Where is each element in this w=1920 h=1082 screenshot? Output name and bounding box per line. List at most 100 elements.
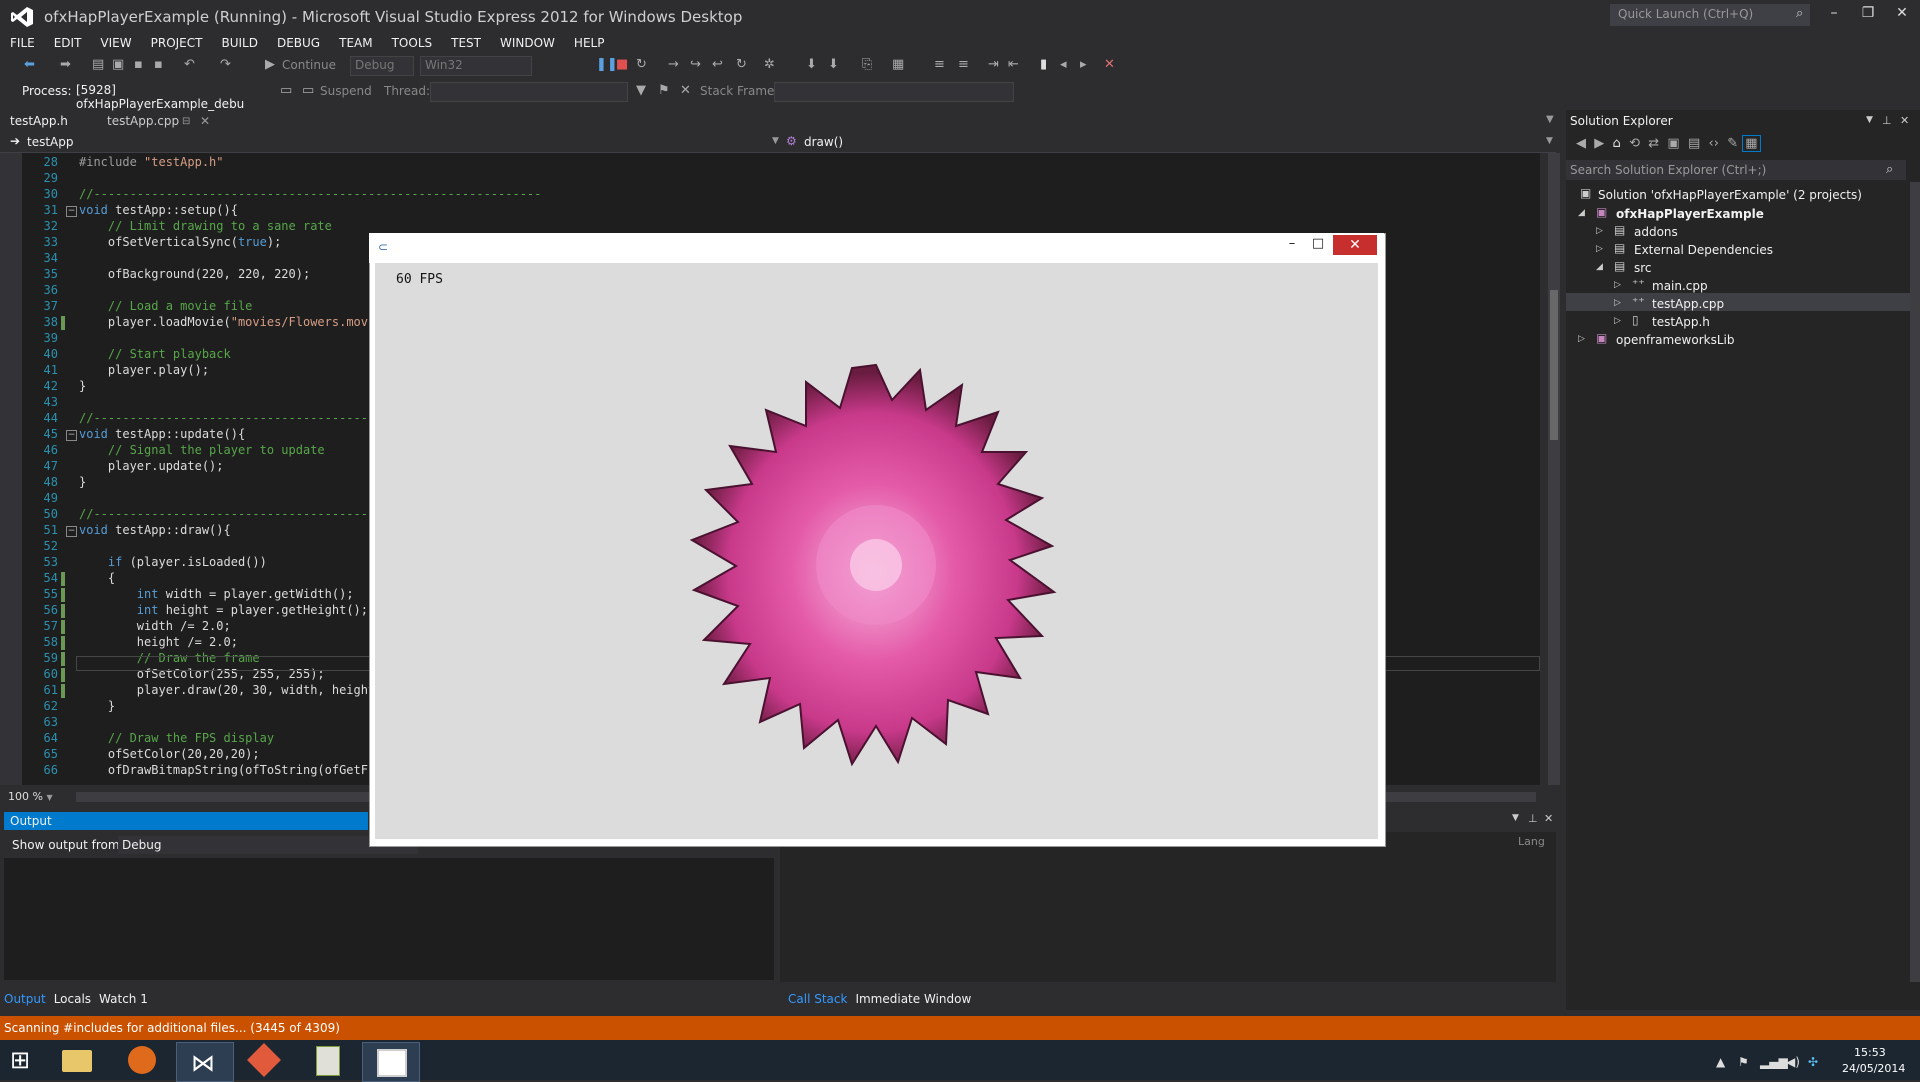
output-close-icon[interactable]: ✕: [1544, 812, 1553, 825]
se-back-icon[interactable]: ◀: [1576, 136, 1586, 151]
layout-icon[interactable]: ▦: [892, 57, 904, 72]
collapse-all-icon[interactable]: ▣: [1667, 136, 1679, 151]
tree-project[interactable]: ofxHapPlayerExample: [1616, 207, 1764, 221]
clock-date[interactable]: 24/05/2014: [1842, 1062, 1905, 1075]
lifecycle-icon[interactable]: ▭: [280, 83, 292, 98]
expand-arrow-icon[interactable]: ▷: [1578, 334, 1585, 344]
app-maximize-icon[interactable]: □: [1306, 236, 1330, 254]
code-line[interactable]: {: [79, 571, 115, 585]
code-line[interactable]: void testApp::draw(){: [79, 523, 231, 537]
taskbar-visual-studio[interactable]: ⋈: [176, 1042, 234, 1082]
step-into-icon[interactable]: →: [668, 57, 679, 72]
platform-select[interactable]: Win32: [420, 56, 532, 76]
menu-window[interactable]: WINDOW: [500, 36, 555, 50]
config-select[interactable]: Debug: [350, 56, 414, 76]
taskbar-monitor[interactable]: [300, 1042, 356, 1080]
se-search-icon[interactable]: ⌕: [1886, 162, 1893, 177]
app-close-icon[interactable]: ✕: [1333, 235, 1377, 255]
code-line[interactable]: height /= 2.0;: [79, 635, 238, 649]
preview-icon[interactable]: ▦: [1742, 135, 1761, 152]
tree-main-cpp[interactable]: main.cpp: [1652, 279, 1708, 293]
se-pin-icon[interactable]: ⊥: [1882, 114, 1892, 127]
code-line[interactable]: //--------------------------------------…: [79, 187, 541, 201]
menu-test[interactable]: TEST: [451, 36, 481, 50]
suspend-button[interactable]: Suspend: [320, 84, 372, 98]
close-icon[interactable]: ✕: [1890, 5, 1914, 25]
indent-icon[interactable]: ⇥: [988, 57, 999, 72]
se-search-input[interactable]: Search Solution Explorer (Ctrl+;): [1566, 160, 1906, 180]
quick-launch-input[interactable]: Quick Launch (Ctrl+Q) ⌕: [1610, 4, 1810, 26]
new-project-icon[interactable]: ▤: [92, 57, 104, 72]
network-icon[interactable]: ▂▄▆: [1760, 1055, 1788, 1069]
suspend-icon[interactable]: ▭: [302, 83, 314, 98]
save-all-icon[interactable]: ▪: [154, 57, 163, 72]
tab-immediate-window[interactable]: Immediate Window: [855, 992, 971, 1006]
step-out-icon[interactable]: ↩: [712, 57, 723, 72]
code-line[interactable]: player.update();: [79, 459, 224, 473]
tab-watch-1[interactable]: Watch 1: [99, 992, 148, 1006]
code-line[interactable]: ofBackground(220, 220, 220);: [79, 267, 310, 281]
app-minimize-icon[interactable]: –: [1280, 236, 1304, 254]
tree-external-dependencies[interactable]: External Dependencies: [1634, 243, 1773, 257]
minimize-icon[interactable]: –: [1822, 5, 1846, 25]
view-code-icon[interactable]: ‹›: [1709, 136, 1719, 151]
open-icon[interactable]: ▣: [112, 57, 124, 72]
member-select[interactable]: draw(): [804, 135, 843, 149]
sync-icon[interactable]: ⟲: [1629, 136, 1640, 151]
taskbar-app-window[interactable]: [362, 1042, 420, 1082]
menu-build[interactable]: BUILD: [221, 36, 257, 50]
thread-select[interactable]: [430, 82, 628, 102]
build-icon[interactable]: ⬇: [806, 57, 817, 72]
app-title-bar[interactable]: [369, 233, 1384, 263]
restore-icon[interactable]: ❐: [1856, 5, 1880, 25]
tree-src[interactable]: src: [1634, 261, 1652, 275]
tree-addons[interactable]: addons: [1634, 225, 1678, 239]
continue-button[interactable]: Continue: [282, 58, 336, 72]
clock-time[interactable]: 15:53: [1854, 1046, 1886, 1059]
code-line[interactable]: }: [79, 379, 86, 393]
se-close-icon[interactable]: ✕: [1900, 114, 1909, 127]
breakpoint-icon[interactable]: ✲: [764, 57, 775, 72]
clear-bookmarks-icon[interactable]: ✕: [1104, 57, 1115, 72]
collapse-icon[interactable]: −: [66, 430, 77, 441]
uncomment-icon[interactable]: ≡: [958, 57, 969, 72]
back-icon[interactable]: ⬅: [24, 57, 35, 72]
tree-solution[interactable]: Solution 'ofxHapPlayerExample' (2 projec…: [1598, 188, 1862, 202]
deploy-icon[interactable]: ⬇: [828, 57, 839, 72]
expand-arrow-icon[interactable]: ◢: [1578, 208, 1585, 218]
code-line[interactable]: ofSetColor(20,20,20);: [79, 747, 260, 761]
se-chevron-down-icon[interactable]: ▼: [1866, 115, 1873, 125]
search-icon[interactable]: ⌕: [1796, 6, 1803, 21]
zoom-chevron-down-icon[interactable]: ▼: [46, 793, 52, 802]
code-line[interactable]: }: [79, 699, 115, 713]
update-icon[interactable]: ✣: [1808, 1055, 1818, 1069]
collapse-icon[interactable]: −: [66, 206, 77, 217]
close-tab-icon[interactable]: ✕: [200, 114, 210, 128]
output-text-area[interactable]: [4, 858, 774, 980]
code-line[interactable]: player.play();: [79, 363, 209, 377]
filter-icon[interactable]: ▼: [636, 83, 646, 98]
prev-bookmark-icon[interactable]: ◂: [1060, 57, 1067, 72]
code-line[interactable]: int width = player.getWidth();: [79, 587, 354, 601]
comment-icon[interactable]: ≡: [934, 57, 945, 72]
restart-icon[interactable]: ↻: [636, 57, 647, 72]
call-stack-panel[interactable]: [780, 832, 1556, 982]
refresh-icon[interactable]: ⇄: [1648, 136, 1659, 151]
code-line[interactable]: //--------------------------------------…: [79, 411, 404, 425]
undo-icon[interactable]: ↶: [184, 57, 195, 72]
stack-frame-icon[interactable]: ✕: [680, 83, 691, 98]
tray-chevron-up-icon[interactable]: ▲: [1716, 1055, 1725, 1069]
tab-testapp-cpp[interactable]: testApp.cpp: [107, 114, 179, 128]
code-line[interactable]: ofDrawBitmapString(ofToString(ofGetFr: [79, 763, 375, 777]
step-over-icon[interactable]: ↪: [690, 57, 701, 72]
tree-testapp-cpp[interactable]: testApp.cpp: [1652, 297, 1724, 311]
code-line[interactable]: //--------------------------------------…: [79, 507, 404, 521]
tab-list-chevron-down-icon[interactable]: ▼: [1546, 114, 1554, 125]
tab-call-stack[interactable]: Call Stack: [788, 992, 847, 1006]
se-forward-icon[interactable]: ▶: [1594, 136, 1604, 151]
output-pin-icon[interactable]: ⊥: [1528, 812, 1538, 825]
flag-icon[interactable]: ⚑: [1738, 1055, 1749, 1069]
code-line[interactable]: ofSetVerticalSync(true);: [79, 235, 281, 249]
taskbar-firefox[interactable]: [114, 1042, 170, 1080]
member-chevron-down-icon[interactable]: ▼: [1546, 136, 1553, 146]
